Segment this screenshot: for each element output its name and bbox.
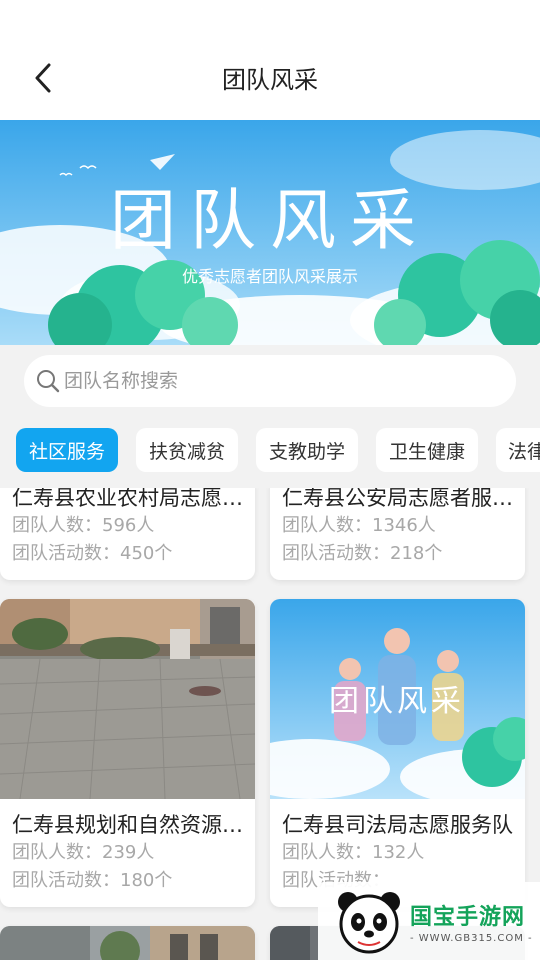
team-card[interactable]: 仁寿县公安局志愿者服务队 团队人数：1346人 团队活动数：218个 [270, 488, 525, 580]
team-card[interactable]: 团队风采 仁寿县司法局志愿服务队 团队人数：132人 团队活动数： [270, 599, 525, 907]
team-poster: 团队风采 [270, 599, 525, 799]
team-name: 仁寿县公安局志愿者服务队 [282, 488, 525, 510]
tab-community-service[interactable]: 社区服务 [16, 428, 118, 472]
category-tabs: 社区服务 扶贫减贫 支教助学 卫生健康 法律 [0, 420, 540, 482]
team-members: 团队人数：596人 [12, 515, 155, 536]
banner-illustration: 团队风采 优秀志愿者团队风采展示 [0, 120, 540, 345]
team-name: 仁寿县规划和自然资源局志愿服务队 [12, 813, 255, 837]
tab-legal[interactable]: 法律 [496, 428, 540, 472]
team-photo [0, 599, 255, 799]
team-card[interactable]: 仁寿县农业农村局志愿者服务队 团队人数：596人 团队活动数：450个 [0, 488, 255, 580]
team-photo [0, 926, 255, 960]
team-name: 仁寿县司法局志愿服务队 [282, 813, 513, 837]
page-title: 团队风采 [222, 66, 318, 94]
team-members: 团队人数：1346人 [282, 515, 436, 536]
tab-health[interactable]: 卫生健康 [376, 428, 478, 472]
search-input[interactable] [64, 370, 484, 392]
watermark-url: - WWW.GB315.COM - [410, 932, 533, 944]
team-activities: 团队活动数：218个 [282, 543, 443, 564]
banner: 团队风采 优秀志愿者团队风采展示 [0, 120, 540, 345]
tab-education-support[interactable]: 支教助学 [256, 428, 358, 472]
search-bar[interactable] [24, 355, 516, 407]
team-card[interactable] [0, 926, 255, 960]
banner-title: 团队风采 [110, 182, 430, 259]
watermark-brand: 国宝手游网 [410, 904, 526, 930]
app-header: 团队风采 [0, 0, 540, 120]
team-activities: 团队活动数：450个 [12, 543, 173, 564]
team-card[interactable]: 仁寿县规划和自然资源局志愿服务队 团队人数：239人 团队活动数：180个 [0, 599, 255, 907]
panda-logo-icon [338, 892, 400, 954]
tab-poverty-alleviation[interactable]: 扶贫减贫 [136, 428, 238, 472]
team-name: 仁寿县农业农村局志愿者服务队 [12, 488, 255, 510]
team-members: 团队人数：132人 [282, 842, 425, 863]
site-watermark: 国宝手游网 - WWW.GB315.COM - [318, 882, 540, 960]
search-section [0, 345, 540, 420]
poster-title: 团队风采 [329, 684, 465, 719]
banner-subtitle: 优秀志愿者团队风采展示 [182, 267, 358, 286]
team-members: 团队人数：239人 [12, 842, 155, 863]
search-icon [34, 367, 62, 395]
team-activities: 团队活动数：180个 [12, 870, 173, 891]
